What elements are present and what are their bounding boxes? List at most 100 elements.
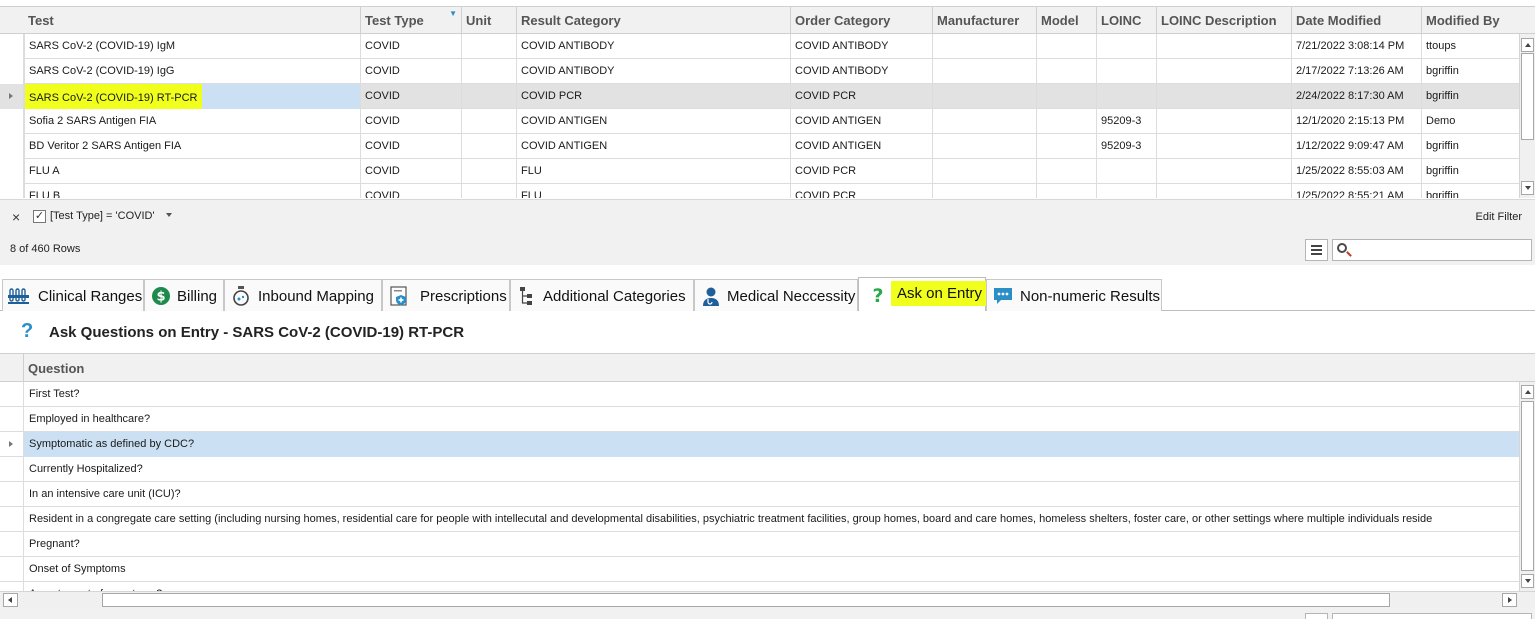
cell-loinc[interactable] — [1096, 184, 1156, 198]
cell-result-category[interactable]: COVID ANTIBODY — [516, 34, 790, 59]
question-text[interactable]: Symptomatic as defined by CDC? — [24, 432, 1519, 457]
cell-model[interactable] — [1036, 134, 1096, 159]
cell-result-category[interactable]: FLU — [516, 184, 790, 198]
cell-loinc-description[interactable] — [1156, 84, 1291, 109]
cell-date-modified[interactable]: 2/17/2022 7:13:26 AM — [1291, 59, 1421, 84]
cell-date-modified[interactable]: 7/21/2022 3:08:14 PM — [1291, 34, 1421, 59]
row-indicator[interactable] — [0, 557, 24, 582]
cell-test[interactable]: SARS CoV-2 (COVID-19) IgM — [24, 34, 360, 59]
row-indicator[interactable] — [0, 134, 24, 159]
test-row[interactable]: Sofia 2 SARS Antigen FIA COVID COVID ANTIG… — [0, 109, 1519, 134]
cell-loinc-description[interactable] — [1156, 34, 1291, 59]
cell-loinc[interactable] — [1096, 34, 1156, 59]
cell-model[interactable] — [1036, 184, 1096, 198]
scroll-up-button[interactable] — [1521, 38, 1534, 52]
column-header-loinc[interactable]: LOINC — [1096, 7, 1156, 34]
scroll-thumb[interactable] — [1521, 53, 1534, 140]
cell-model[interactable] — [1036, 34, 1096, 59]
cell-unit[interactable] — [461, 34, 516, 59]
question-text[interactable]: Currently Hospitalized? — [24, 457, 1519, 482]
test-row[interactable]: SARS CoV-2 (COVID-19) IgM COVID COVID ANTI… — [0, 34, 1519, 59]
scroll-down-button[interactable] — [1521, 181, 1534, 195]
questions-grid-horizontal-scrollbar[interactable] — [0, 591, 1535, 608]
cell-manufacturer[interactable] — [932, 34, 1036, 59]
cell-test[interactable]: Sofia 2 SARS Antigen FIA — [24, 109, 360, 134]
filter-history-dropdown-icon[interactable] — [166, 213, 172, 217]
row-indicator[interactable] — [0, 457, 24, 482]
cell-test-type[interactable]: COVID — [360, 59, 461, 84]
cell-test-type[interactable]: COVID — [360, 159, 461, 184]
cell-loinc[interactable] — [1096, 84, 1156, 109]
row-indicator[interactable] — [0, 109, 24, 134]
column-header-date-modified[interactable]: Date Modified — [1291, 7, 1421, 34]
question-row[interactable]: Onset of Symptoms — [0, 557, 1519, 582]
cell-model[interactable] — [1036, 84, 1096, 109]
cell-loinc-description[interactable] — [1156, 134, 1291, 159]
tab-ask-on-entry[interactable]: ? Ask on Entry — [858, 277, 989, 312]
cell-loinc-description[interactable] — [1156, 184, 1291, 198]
cell-unit[interactable] — [461, 59, 516, 84]
column-header-loinc-description[interactable]: LOINC Description — [1156, 7, 1291, 34]
cell-result-category[interactable]: COVID ANTIGEN — [516, 134, 790, 159]
cell-loinc[interactable] — [1096, 59, 1156, 84]
tab-billing[interactable]: $ Billing — [144, 279, 224, 311]
column-header-result-category[interactable]: Result Category — [516, 7, 790, 34]
bottom-grid-menu-button[interactable] — [1305, 613, 1328, 619]
row-indicator[interactable] — [0, 159, 24, 184]
cell-manufacturer[interactable] — [932, 84, 1036, 109]
test-row[interactable]: FLU B COVID FLU COVID PCR 1/25/2022 8:55:21 … — [0, 184, 1519, 198]
cell-unit[interactable] — [461, 184, 516, 198]
bottom-search-input[interactable] — [1332, 613, 1532, 619]
cell-order-category[interactable]: COVID PCR — [790, 184, 932, 198]
grid-search-input[interactable] — [1332, 239, 1532, 261]
cell-order-category[interactable]: COVID PCR — [790, 159, 932, 184]
cell-model[interactable] — [1036, 59, 1096, 84]
question-row[interactable]: First Test? — [0, 382, 1519, 407]
cell-manufacturer[interactable] — [932, 134, 1036, 159]
clear-filter-icon[interactable]: × — [12, 209, 20, 225]
questions-grid-vertical-scrollbar[interactable] — [1519, 382, 1535, 592]
tab-prescriptions[interactable]: Prescriptions — [382, 279, 510, 311]
test-row[interactable]: SARS CoV-2 (COVID-19) RT-PCR COVID COVID P… — [0, 84, 1519, 109]
questions-scroll-thumb[interactable] — [1521, 401, 1534, 571]
row-indicator[interactable] — [0, 84, 24, 109]
cell-date-modified[interactable]: 1/12/2022 9:09:47 AM — [1291, 134, 1421, 159]
cell-date-modified[interactable]: 1/25/2022 8:55:03 AM — [1291, 159, 1421, 184]
cell-test-type[interactable]: COVID — [360, 184, 461, 198]
cell-manufacturer[interactable] — [932, 184, 1036, 198]
column-header-order-category[interactable]: Order Category — [790, 7, 932, 34]
cell-modified-by[interactable]: bgriffin — [1421, 184, 1519, 198]
column-header-test[interactable]: Test — [24, 7, 360, 34]
cell-loinc[interactable] — [1096, 159, 1156, 184]
cell-test-type[interactable]: COVID — [360, 84, 461, 109]
horizontal-scroll-thumb[interactable] — [102, 593, 1390, 607]
column-header-manufacturer[interactable]: Manufacturer — [932, 7, 1036, 34]
row-indicator[interactable] — [0, 34, 24, 59]
column-header-unit[interactable]: Unit — [461, 7, 516, 34]
edit-filter-button[interactable]: Edit Filter — [1476, 211, 1522, 223]
cell-unit[interactable] — [461, 134, 516, 159]
question-text[interactable]: In an intensive care unit (ICU)? — [24, 482, 1519, 507]
column-header-question[interactable]: Question — [28, 361, 84, 376]
row-indicator[interactable] — [0, 407, 24, 432]
test-row[interactable]: BD Veritor 2 SARS Antigen FIA COVID COVID … — [0, 134, 1519, 159]
cell-test[interactable]: FLU A — [24, 159, 360, 184]
column-header-test-type[interactable]: Test Type ▼ — [360, 7, 461, 34]
tab-non-numeric-results[interactable]: Non-numeric Results — [986, 279, 1162, 311]
cell-test[interactable]: FLU B — [24, 184, 360, 198]
scroll-right-button[interactable] — [1502, 593, 1517, 607]
row-indicator[interactable] — [0, 382, 24, 407]
cell-test-type[interactable]: COVID — [360, 134, 461, 159]
questions-scroll-down-button[interactable] — [1521, 574, 1534, 588]
row-indicator[interactable] — [0, 59, 24, 84]
question-row[interactable]: Symptomatic as defined by CDC? — [0, 432, 1519, 457]
cell-unit[interactable] — [461, 159, 516, 184]
test-row[interactable]: FLU A COVID FLU COVID PCR 1/25/2022 8:55:03 … — [0, 159, 1519, 184]
cell-loinc[interactable]: 95209-3 — [1096, 134, 1156, 159]
question-row[interactable]: Employed in healthcare? — [0, 407, 1519, 432]
cell-loinc[interactable]: 95209-3 — [1096, 109, 1156, 134]
filter-expression[interactable]: [Test Type] = 'COVID' — [50, 210, 155, 222]
cell-loinc-description[interactable] — [1156, 159, 1291, 184]
cell-modified-by[interactable]: Demo — [1421, 109, 1519, 134]
cell-result-category[interactable]: COVID ANTIGEN — [516, 109, 790, 134]
